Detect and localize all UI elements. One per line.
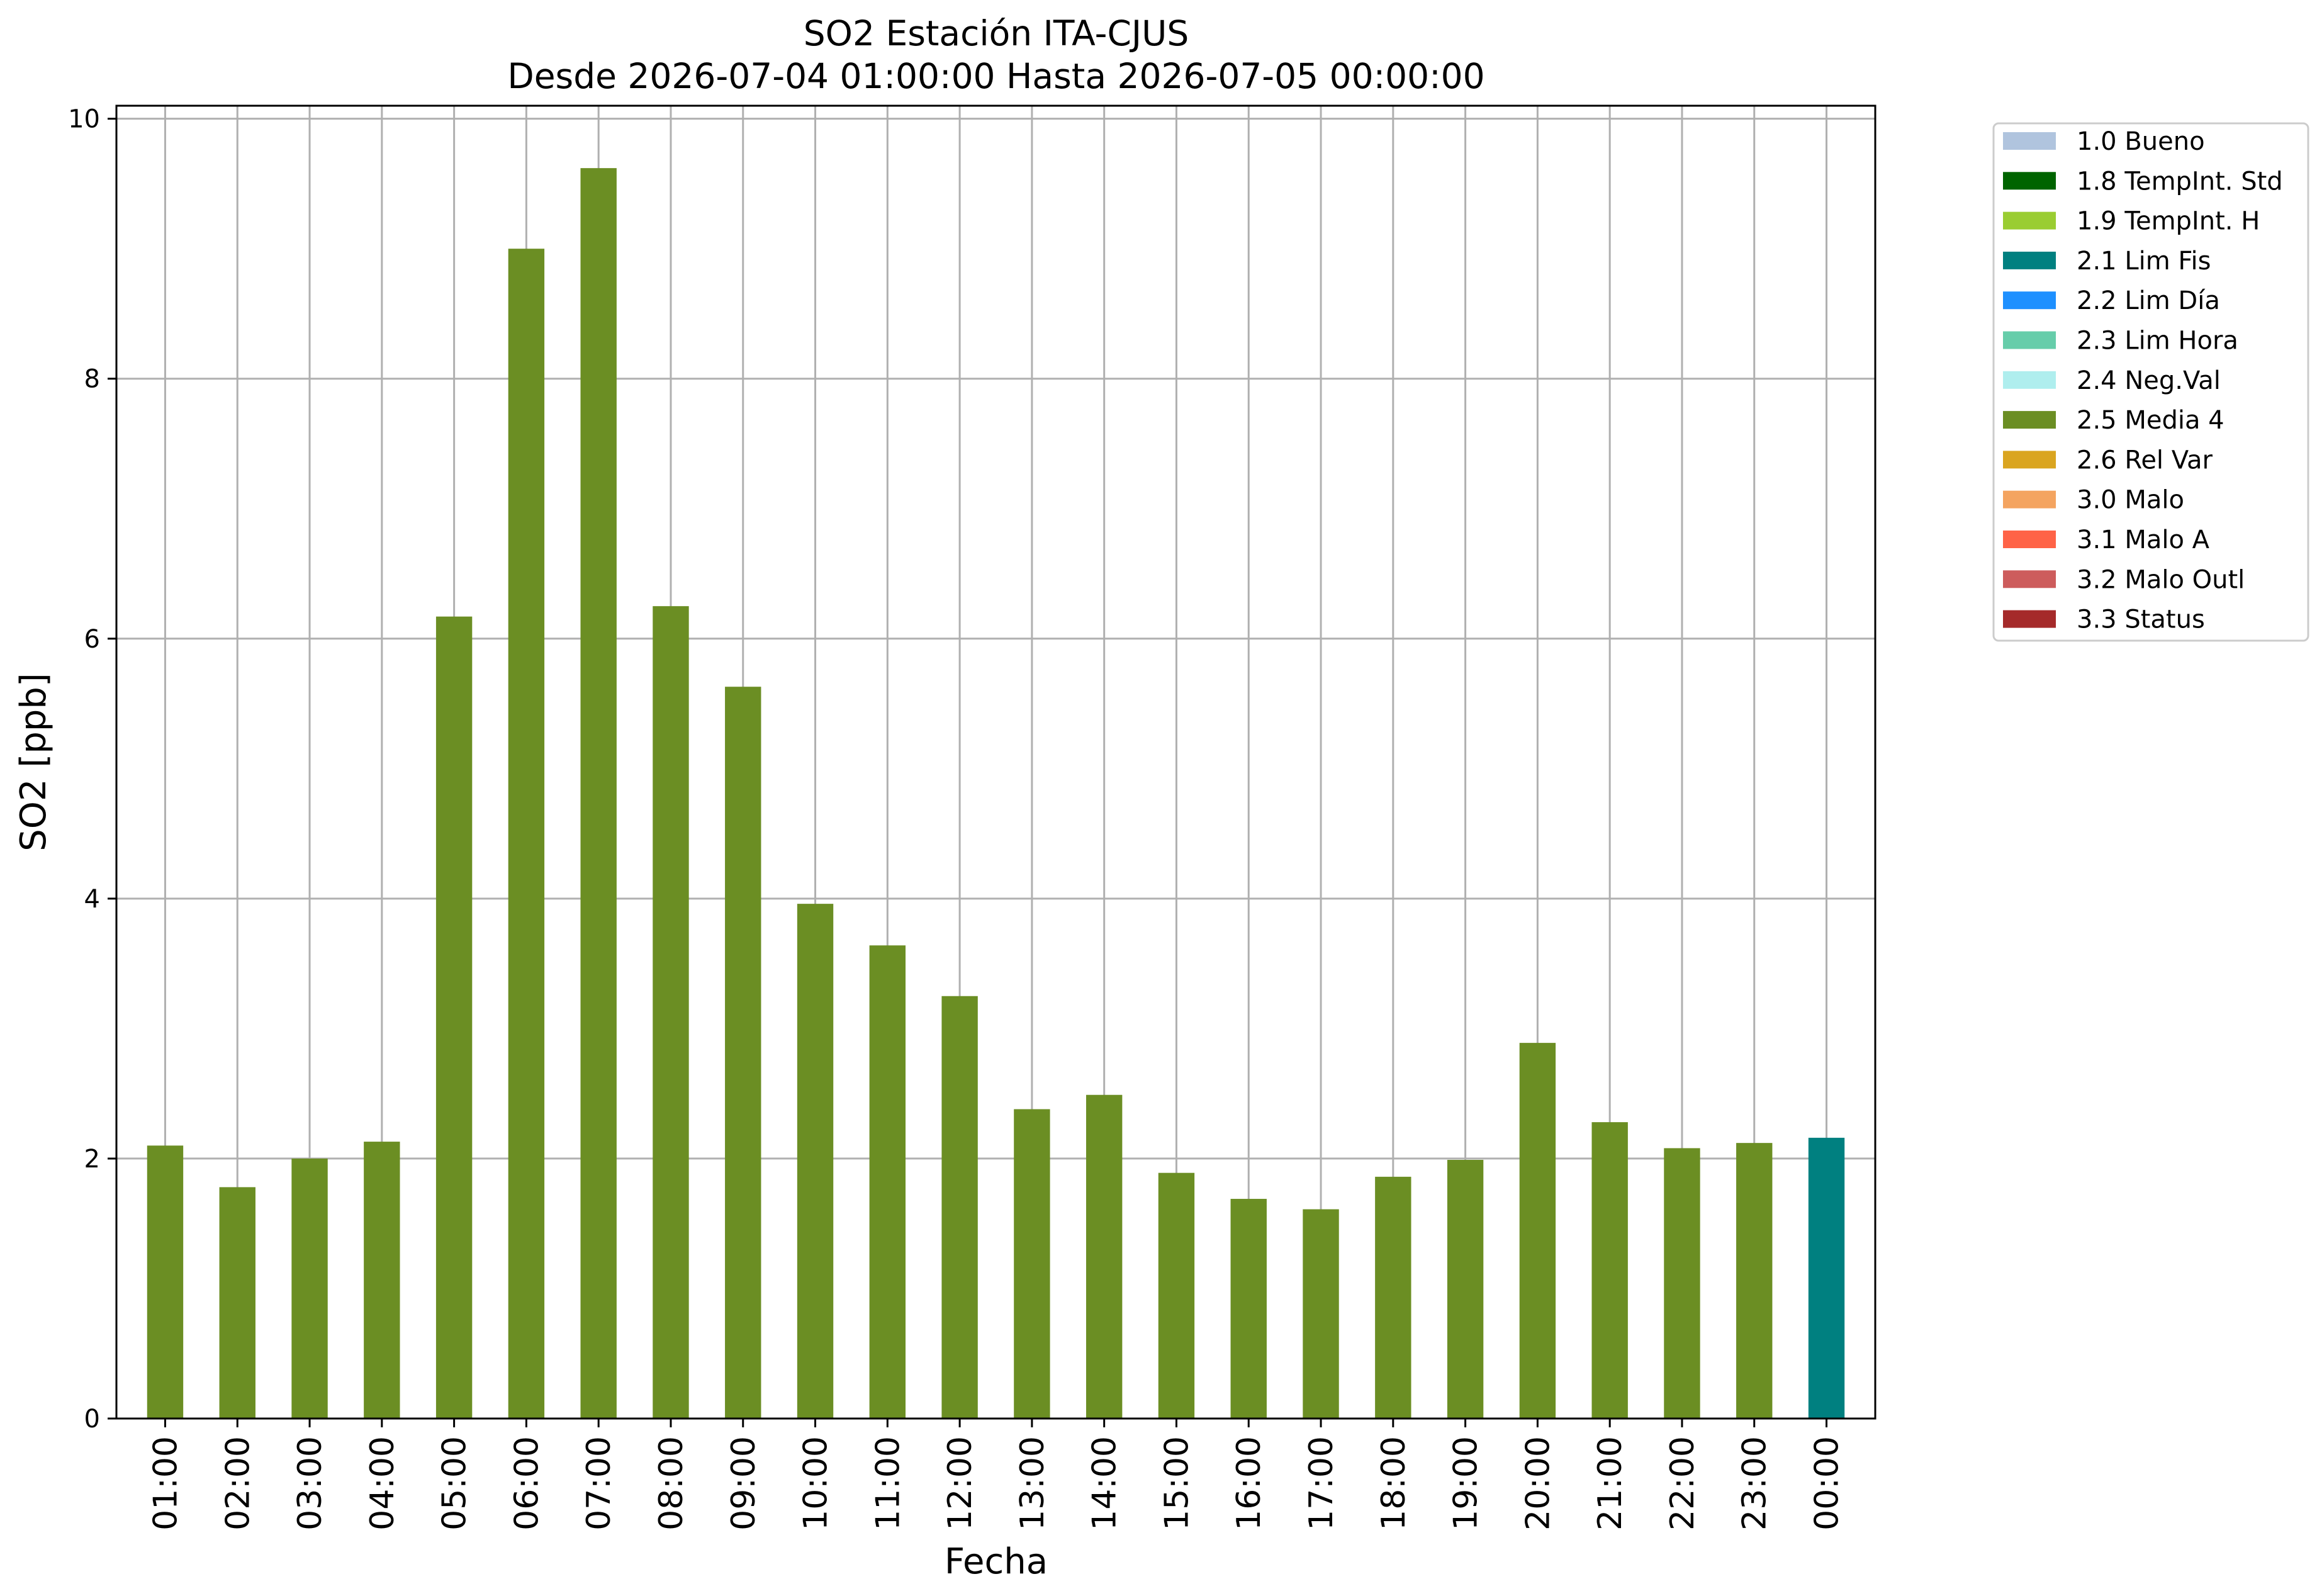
x-tick-label: 12:00	[941, 1436, 979, 1531]
x-tick-label: 19:00	[1447, 1436, 1485, 1531]
legend-label: 1.9 TempInt. H	[2077, 207, 2260, 236]
bar-0500	[435, 616, 473, 1419]
bar-1700	[1303, 1209, 1339, 1419]
chart-title: SO2 Estación ITA-CJUS	[804, 13, 1189, 53]
bar-1400	[1086, 1094, 1123, 1419]
x-tick-label: 22:00	[1664, 1436, 1702, 1531]
bar-0000	[1808, 1137, 1845, 1419]
legend-swatch	[2003, 371, 2056, 389]
x-tick-label: 07:00	[580, 1436, 618, 1531]
x-tick-label: 20:00	[1519, 1436, 1557, 1531]
chart-subtitle: Desde 2026-07-04 01:00:00 Hasta 2026-07-…	[507, 56, 1484, 96]
x-tick-label: 06:00	[508, 1436, 546, 1531]
x-tick-label: 15:00	[1158, 1436, 1196, 1531]
bar-1900	[1447, 1159, 1484, 1419]
legend-label: 3.0 Malo	[2077, 486, 2184, 515]
x-tick-label: 03:00	[291, 1436, 329, 1531]
legend-swatch	[2003, 531, 2056, 548]
x-tick-label: 16:00	[1230, 1436, 1268, 1531]
x-tick-label: 18:00	[1375, 1436, 1413, 1531]
x-tick-label: 04:00	[364, 1436, 401, 1531]
legend-label: 3.3 Status	[2077, 605, 2205, 634]
x-tick-label: 10:00	[797, 1436, 835, 1531]
x-tick-label: 23:00	[1736, 1436, 1774, 1531]
y-tick-label: 4	[84, 885, 100, 914]
x-tick-label: 05:00	[436, 1436, 474, 1531]
legend-label: 2.5 Media 4	[2077, 406, 2224, 435]
legend-swatch	[2003, 411, 2056, 429]
legend-label: 3.1 Malo A	[2077, 525, 2210, 554]
legend-label: 1.0 Bueno	[2077, 127, 2205, 156]
x-tick-label: 09:00	[725, 1436, 763, 1531]
legend: 1.0 Bueno 1.8 TempInt. Std 1.9 TempInt. H 2…	[1992, 122, 2309, 642]
x-tick-label: 08:00	[653, 1436, 690, 1531]
bar-1500	[1158, 1172, 1195, 1419]
legend-swatch	[2003, 172, 2056, 190]
legend-swatch	[2003, 570, 2056, 588]
bar-0800	[653, 606, 689, 1419]
x-tick-label: 14:00	[1086, 1436, 1124, 1531]
y-tick-label: 6	[84, 625, 100, 654]
bar-1000	[797, 904, 834, 1419]
y-axis-label: SO2 [ppb]	[13, 673, 54, 851]
bar-2100	[1591, 1122, 1628, 1419]
legend-swatch	[2003, 211, 2056, 230]
legend-swatch	[2003, 490, 2056, 509]
bar-1100	[869, 945, 906, 1419]
x-axis-label: Fecha	[945, 1541, 1048, 1582]
legend-swatch	[2003, 451, 2056, 469]
y-tick-label: 8	[84, 365, 100, 394]
legend-label: 2.4 Neg.Val	[2077, 366, 2221, 395]
y-tick-label: 10	[68, 105, 100, 134]
x-tick-label: 11:00	[869, 1436, 907, 1531]
x-tick-label: 02:00	[219, 1436, 257, 1531]
bar-1300	[1014, 1109, 1050, 1419]
bar-0200	[219, 1187, 255, 1419]
bar-0600	[508, 249, 545, 1419]
x-tick-label: 13:00	[1014, 1436, 1052, 1531]
legend-label: 3.2 Malo Outl	[2077, 565, 2245, 594]
bar-0900	[725, 687, 761, 1419]
bar-2300	[1736, 1143, 1773, 1419]
legend-swatch	[2003, 251, 2056, 269]
x-tick-label: 21:00	[1591, 1436, 1629, 1531]
legend-label: 1.8 TempInt. Std	[2077, 167, 2283, 196]
bar-1600	[1230, 1198, 1267, 1419]
bar-0400	[364, 1142, 400, 1419]
so2-bar-chart: SO2 Estación ITA-CJUS Desde 2026-07-04 0…	[0, 0, 2317, 1596]
x-tick-label: 00:00	[1809, 1436, 1846, 1531]
bar-0100	[147, 1145, 184, 1419]
bar-0300	[291, 1158, 328, 1419]
legend-swatch	[2003, 132, 2056, 150]
bar-0700	[580, 168, 617, 1419]
legend-swatch	[2003, 331, 2056, 349]
legend-label: 2.2 Lim Día	[2077, 286, 2220, 315]
bar-2200	[1664, 1148, 1700, 1419]
legend-label: 2.6 Rel Var	[2077, 446, 2213, 475]
bar-1800	[1375, 1176, 1411, 1419]
x-tick-label: 17:00	[1303, 1436, 1340, 1531]
bar-2000	[1519, 1043, 1556, 1419]
bar-1200	[941, 996, 978, 1419]
legend-swatch	[2003, 610, 2056, 628]
y-tick-label: 2	[84, 1145, 100, 1174]
legend-label: 2.1 Lim Fis	[2077, 247, 2211, 276]
x-tick-label: 01:00	[147, 1436, 184, 1531]
legend-swatch	[2003, 291, 2056, 310]
legend-label: 2.3 Lim Hora	[2077, 327, 2238, 356]
y-tick-label: 0	[84, 1405, 100, 1434]
